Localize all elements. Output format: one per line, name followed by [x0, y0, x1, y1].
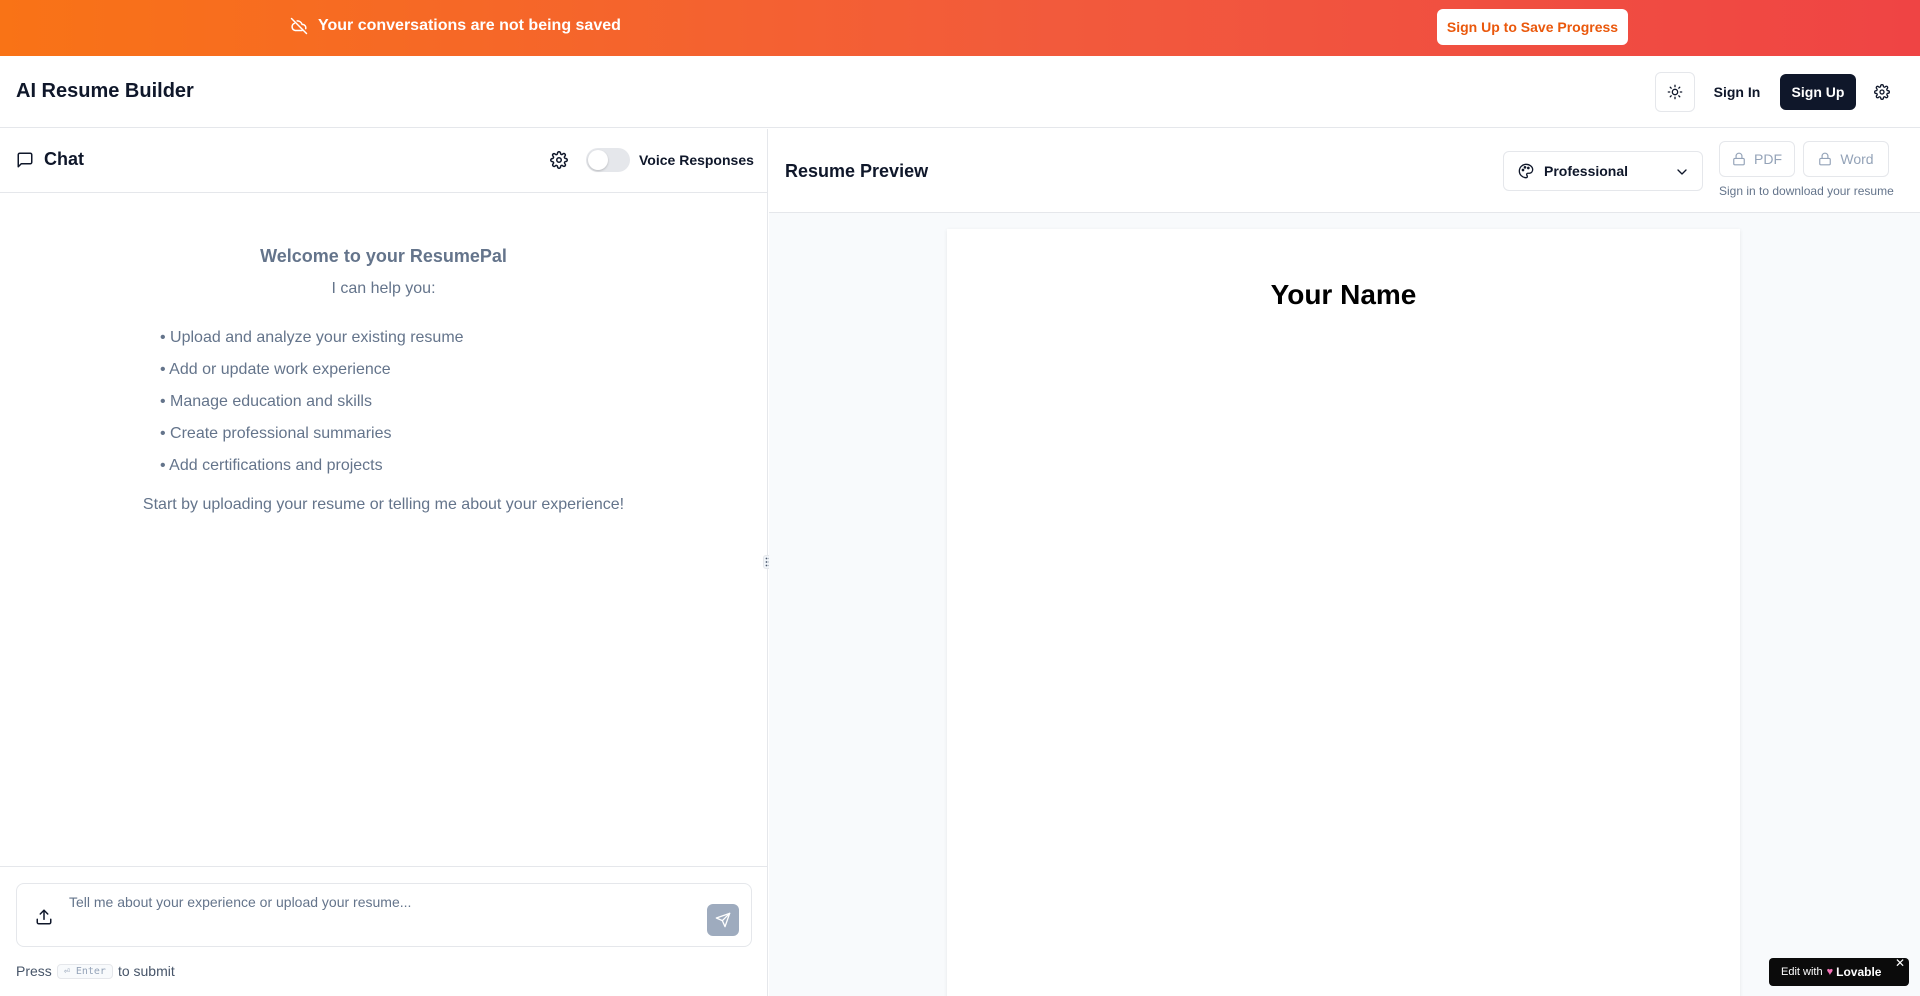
submit-hint: Press ⏎ Enter to submit	[16, 963, 175, 979]
unsaved-banner: Your conversations are not being saved S…	[0, 0, 1920, 56]
chat-settings-button[interactable]	[550, 151, 568, 169]
download-note: Sign in to download your resume	[1719, 184, 1894, 198]
preview-header: Resume Preview Professional PDF Word Sig…	[769, 129, 1920, 213]
welcome-message: Welcome to your ResumePal I can help you…	[0, 246, 767, 513]
badge-close-button[interactable]: ✕	[1895, 956, 1905, 970]
app-title: AI Resume Builder	[16, 80, 194, 102]
welcome-cta: Start by uploading your resume or tellin…	[142, 496, 625, 513]
send-icon	[715, 912, 731, 928]
resume-name: Your Name	[1270, 279, 1417, 310]
download-pdf-button[interactable]: PDF	[1719, 141, 1795, 177]
sun-icon	[1667, 84, 1683, 100]
welcome-subtitle: I can help you:	[331, 280, 436, 297]
send-button[interactable]	[707, 904, 739, 936]
preview-title: Resume Preview	[785, 161, 929, 181]
list-item: Manage education and skills	[160, 390, 464, 422]
badge-prefix: Edit with	[1781, 966, 1823, 978]
gear-icon	[550, 151, 568, 169]
template-selected: Professional	[1544, 163, 1629, 179]
list-item: Add or update work experience	[160, 358, 464, 390]
banner-text: Your conversations are not being saved	[318, 17, 621, 34]
capabilities-list: Upload and analyze your existing resume …	[160, 326, 464, 486]
message-input[interactable]: Tell me about your experience or upload …	[16, 883, 752, 947]
welcome-title: Welcome to your ResumePal	[260, 246, 507, 266]
chat-header: Chat Voice Responses	[0, 129, 767, 193]
chat-title: Chat	[16, 149, 84, 170]
sign-in-button[interactable]: Sign In	[1702, 74, 1772, 110]
theme-toggle-button[interactable]	[1655, 72, 1695, 112]
cloud-off-icon	[290, 17, 308, 35]
toggle-knob	[588, 150, 608, 170]
list-item: Upload and analyze your existing resume	[160, 326, 464, 358]
edit-with-lovable-badge[interactable]: Edit with ♥ Lovable ✕	[1769, 956, 1909, 986]
chat-panel: Chat Voice Responses Welcome to your Res…	[0, 129, 768, 996]
chevron-down-icon	[1677, 169, 1687, 175]
hint-prefix: Press	[16, 963, 52, 979]
palette-icon	[1518, 163, 1534, 179]
sign-up-button[interactable]: Sign Up	[1780, 74, 1856, 110]
word-label: Word	[1840, 151, 1874, 167]
list-item: Create professional summaries	[160, 422, 464, 454]
resume-document: Your Name	[947, 229, 1740, 996]
sign-up-save-button[interactable]: Sign Up to Save Progress	[1437, 9, 1628, 45]
lock-icon	[1819, 152, 1832, 166]
download-word-button[interactable]: Word	[1803, 141, 1889, 177]
message-input-placeholder[interactable]: Tell me about your experience or upload …	[69, 894, 411, 910]
voice-responses-toggle[interactable]	[586, 148, 630, 172]
enter-key-hint: ⏎ Enter	[56, 963, 113, 979]
resume-preview-panel: Resume Preview Professional PDF Word Sig…	[769, 129, 1920, 996]
chat-composer: Tell me about your experience or upload …	[0, 866, 767, 996]
hint-suffix: to submit	[117, 963, 175, 979]
app-header: AI Resume Builder Sign In Sign Up	[0, 56, 1920, 128]
pdf-label: PDF	[1754, 151, 1782, 167]
upload-icon	[36, 909, 52, 925]
gear-icon	[1874, 84, 1890, 100]
voice-responses-label: Voice Responses	[639, 152, 754, 168]
message-square-icon	[17, 152, 33, 167]
badge-brand: Lovable	[1836, 965, 1882, 979]
list-item: Add certifications and projects	[160, 454, 464, 486]
template-select[interactable]: Professional	[1503, 151, 1703, 191]
header-settings-button[interactable]	[1870, 80, 1894, 104]
banner-message: Your conversations are not being saved	[290, 14, 621, 38]
lock-icon	[1733, 152, 1745, 166]
upload-button[interactable]	[35, 908, 53, 926]
chat-title-text: Chat	[44, 149, 84, 169]
lovable-heart-icon: ♥	[1826, 966, 1834, 978]
